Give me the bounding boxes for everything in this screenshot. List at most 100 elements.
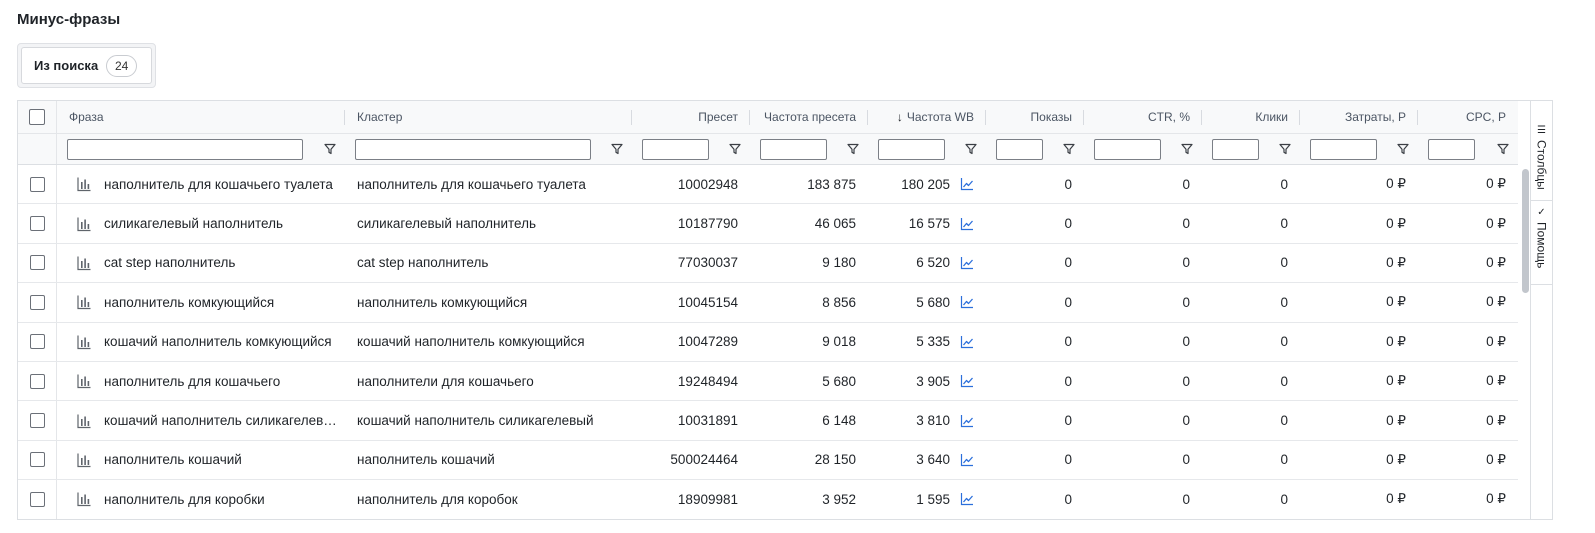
filter-input-phrase[interactable] (67, 138, 303, 160)
table-header: Фраза Кластер Пресет Частота пресета ↓ Ча… (18, 101, 1518, 134)
cost-value: 0 ₽ (1386, 412, 1406, 428)
tab-from-search[interactable]: Из поиска 24 (21, 47, 152, 84)
row-select-cell (18, 165, 57, 204)
filter-input-cost[interactable] (1310, 138, 1377, 160)
column-header-phrase[interactable]: Фраза (57, 101, 345, 133)
filter-input-preset[interactable] (642, 138, 709, 160)
filter-icon[interactable] (323, 142, 337, 156)
row-select-cell (18, 440, 57, 480)
cell-clicks: 0 (1202, 244, 1300, 282)
trend-line-icon[interactable] (960, 414, 974, 428)
filter-icon[interactable] (610, 142, 624, 156)
scrollbar-thumb[interactable] (1522, 169, 1529, 293)
table-row[interactable]: наполнитель кошачий наполнитель кошачий 50… (18, 440, 1518, 481)
cell-ctr: 0 (1084, 204, 1202, 242)
row-select-cell (18, 204, 57, 243)
filter-icon[interactable] (1062, 142, 1076, 156)
bar-chart-icon[interactable] (76, 373, 92, 389)
column-title: Затраты, Р (1344, 110, 1406, 124)
bar-chart-icon[interactable] (76, 294, 92, 310)
filter-icon[interactable] (964, 142, 978, 156)
column-header-cluster[interactable]: Кластер (345, 101, 632, 133)
bar-chart-icon[interactable] (76, 452, 92, 468)
trend-line-icon[interactable] (960, 177, 974, 191)
column-header-ctr[interactable]: CTR, % (1084, 101, 1202, 133)
filter-input-shows[interactable] (996, 138, 1043, 160)
bar-chart-icon[interactable] (76, 334, 92, 350)
filter-input-wb-frequency[interactable] (878, 138, 945, 160)
filter-icon[interactable] (728, 142, 742, 156)
bar-chart-icon[interactable] (76, 413, 92, 429)
table-row[interactable]: кошачий наполнитель силикагелевый кошачий… (18, 401, 1518, 441)
shows-value: 0 (1064, 255, 1072, 271)
table-row[interactable]: кошачий наполнитель комкующийся кошачий н… (18, 322, 1518, 362)
filter-input-ctr[interactable] (1094, 138, 1161, 160)
ctr-value: 0 (1182, 491, 1190, 507)
trend-line-icon[interactable] (960, 453, 974, 467)
column-header-wb-frequency[interactable]: ↓ Частота WB (868, 101, 986, 133)
bar-chart-icon[interactable] (76, 216, 92, 232)
table-row[interactable]: наполнитель для коробки наполнитель для к… (18, 480, 1518, 519)
cell-wb-frequency: 5 335 (868, 323, 986, 361)
trend-line-icon[interactable] (960, 374, 974, 388)
column-header-cpc[interactable]: CPC, Р (1418, 101, 1518, 133)
filter-input-cluster[interactable] (355, 138, 591, 160)
trend-line-icon[interactable] (960, 217, 974, 231)
filter-icon[interactable] (1396, 142, 1410, 156)
filter-icon[interactable] (1496, 142, 1510, 156)
filter-input-cpc[interactable] (1428, 138, 1475, 160)
tab-label: Из поиска (34, 58, 99, 73)
preset-frequency-value: 6 148 (822, 413, 856, 429)
columns-panel-tab[interactable]: ☰ Столбцы (1531, 119, 1552, 201)
row-checkbox[interactable] (29, 373, 45, 389)
shows-value: 0 (1064, 334, 1072, 350)
column-header-preset-frequency[interactable]: Частота пресета (750, 101, 868, 133)
wb-frequency-value: 5 335 (916, 334, 950, 350)
row-checkbox[interactable] (29, 255, 45, 271)
filter-input-preset-frequency[interactable] (760, 138, 827, 160)
cell-phrase: наполнитель кошачий (57, 441, 345, 479)
column-header-preset[interactable]: Пресет (632, 101, 750, 133)
table-row[interactable]: наполнитель для кошачьего наполнители для… (18, 362, 1518, 402)
preset-frequency-value: 9 018 (822, 334, 856, 350)
cell-cluster: наполнитель комкующийся (345, 283, 632, 321)
clicks-value: 0 (1280, 255, 1288, 271)
row-select-cell (18, 362, 57, 401)
cell-wb-frequency: 3 905 (868, 362, 986, 400)
table-row[interactable]: cat step наполнитель cat step наполнитель… (18, 243, 1518, 284)
wb-frequency-value: 6 520 (916, 255, 950, 271)
table-row[interactable]: силикагелевый наполнитель силикагелевый н… (18, 204, 1518, 244)
cpc-value: 0 ₽ (1486, 176, 1506, 192)
row-checkbox[interactable] (29, 334, 45, 350)
cell-cpc: 0 ₽ (1418, 362, 1518, 400)
cell-clicks: 0 (1202, 480, 1300, 518)
row-checkbox[interactable] (29, 176, 45, 192)
column-header-cost[interactable]: Затраты, Р (1300, 101, 1418, 133)
trend-line-icon[interactable] (960, 256, 974, 270)
row-checkbox[interactable] (29, 413, 45, 429)
filter-icon[interactable] (1278, 142, 1292, 156)
column-header-shows[interactable]: Показы (986, 101, 1084, 133)
bar-chart-icon[interactable] (76, 491, 92, 507)
filter-icon[interactable] (846, 142, 860, 156)
select-all-checkbox[interactable] (29, 109, 45, 125)
table-row[interactable]: наполнитель для кошачьего туалета наполни… (18, 165, 1518, 205)
filter-icon[interactable] (1180, 142, 1194, 156)
row-checkbox[interactable] (29, 491, 45, 507)
cluster-text: наполнитель кошачий (357, 452, 495, 468)
trend-line-icon[interactable] (960, 492, 974, 506)
help-panel-label: Помощь (1534, 222, 1549, 269)
row-checkbox[interactable] (29, 452, 45, 468)
bar-chart-icon[interactable] (76, 255, 92, 271)
table-row[interactable]: наполнитель комкующийся наполнитель комку… (18, 283, 1518, 323)
bar-chart-icon[interactable] (76, 176, 92, 192)
trend-line-icon[interactable] (960, 295, 974, 309)
column-header-clicks[interactable]: Клики (1202, 101, 1300, 133)
row-checkbox[interactable] (29, 294, 45, 310)
cell-preset-frequency: 183 875 (750, 165, 868, 203)
trend-line-icon[interactable] (960, 335, 974, 349)
filter-input-clicks[interactable] (1212, 138, 1259, 160)
help-panel-tab[interactable]: ✓ Помощь (1531, 201, 1552, 285)
row-checkbox[interactable] (29, 216, 45, 232)
vertical-scrollbar[interactable] (1520, 165, 1530, 519)
